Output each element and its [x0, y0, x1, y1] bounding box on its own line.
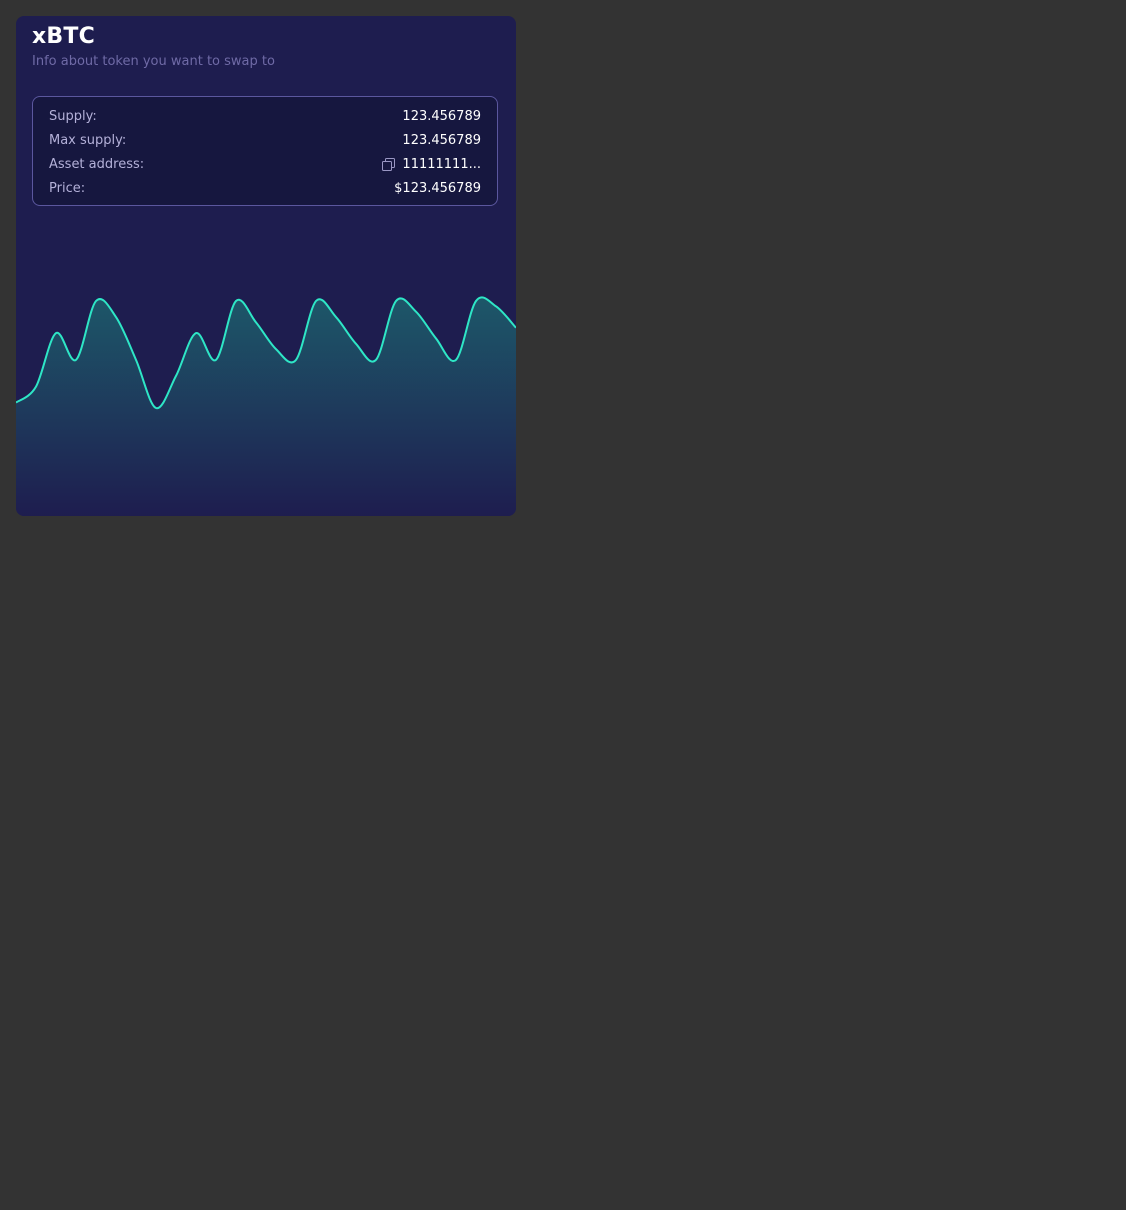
- asset-address-value: 11111111...: [402, 156, 481, 172]
- asset-address-label: Asset address:: [49, 156, 145, 172]
- max-supply-value: 123.456789: [402, 132, 481, 148]
- supply-row: Supply: 123.456789: [49, 105, 481, 127]
- token-info-box: Supply: 123.456789 Max supply: 123.45678…: [32, 96, 498, 206]
- supply-label: Supply:: [49, 108, 97, 124]
- max-supply-row: Max supply: 123.456789: [49, 129, 481, 151]
- max-supply-label: Max supply:: [49, 132, 127, 148]
- token-subtitle: Info about token you want to swap to: [32, 54, 275, 69]
- price-label: Price:: [49, 180, 86, 196]
- token-title: xBTC: [32, 24, 95, 49]
- supply-value: 123.456789: [402, 108, 481, 124]
- asset-address-row: Asset address: 11111111...: [49, 153, 481, 175]
- price-row: Price: $123.456789: [49, 177, 481, 199]
- copy-icon[interactable]: [382, 157, 396, 171]
- price-value: $123.456789: [394, 180, 481, 196]
- asset-address-value-group: 11111111...: [382, 157, 481, 172]
- chart-area: [16, 297, 516, 516]
- token-info-card: xBTC Info about token you want to swap t…: [16, 16, 516, 516]
- price-chart: [16, 296, 516, 516]
